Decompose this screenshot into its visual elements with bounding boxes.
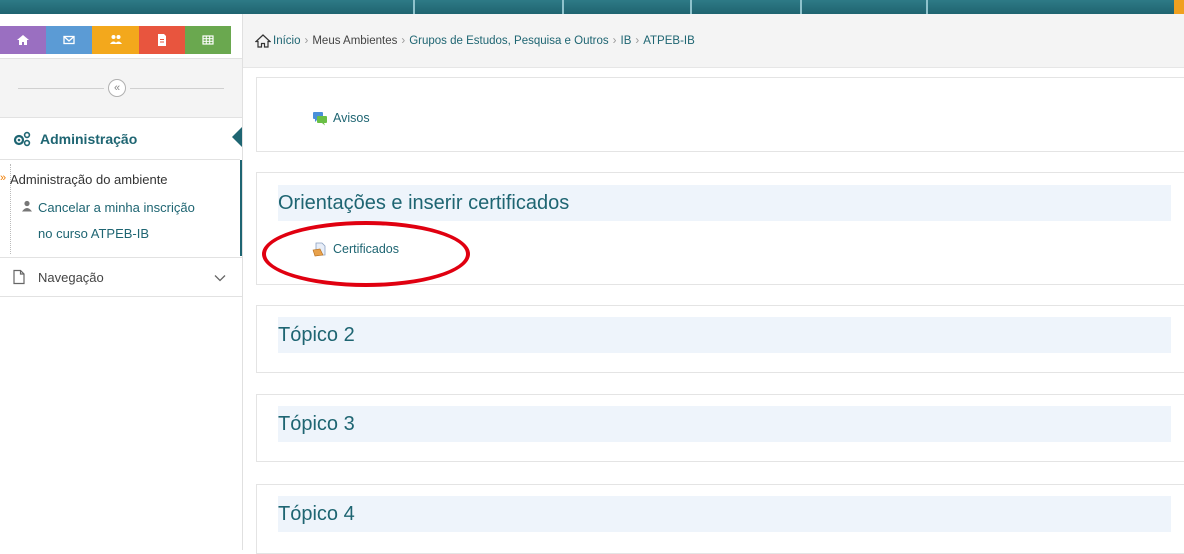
- section-title: Tópico 2: [278, 317, 1171, 353]
- section-title: Orientações e inserir certificados: [278, 185, 1171, 221]
- section-topico-3: Tópico 3: [256, 394, 1184, 462]
- breadcrumb-item-link[interactable]: IB: [621, 35, 632, 47]
- section-title: Tópico 3: [278, 406, 1171, 442]
- breadcrumb-home-link[interactable]: Início: [273, 35, 301, 47]
- top-accent: [1174, 0, 1184, 14]
- grid-icon: [202, 35, 214, 45]
- top-divider: [413, 0, 415, 14]
- mail-icon: [63, 35, 75, 45]
- chevron-right-icon: »: [0, 172, 7, 184]
- sidebar: « Administração » Administração do ambie…: [0, 14, 242, 550]
- avisos-label: Avisos: [333, 111, 370, 125]
- breadcrumb-item-link[interactable]: Grupos de Estudos, Pesquisa e Outros: [409, 35, 608, 47]
- top-divider: [562, 0, 564, 14]
- breadcrumb-separator: ›: [401, 34, 406, 47]
- top-divider: [926, 0, 928, 14]
- users-button[interactable]: [92, 26, 139, 54]
- breadcrumb-separator: ›: [612, 34, 617, 47]
- user-icon: [22, 200, 32, 212]
- admin-active-indicator: [232, 127, 242, 147]
- mail-button[interactable]: [46, 26, 93, 54]
- home-icon: [17, 35, 30, 45]
- cogs-icon: [13, 131, 31, 146]
- forum-icon: [313, 112, 327, 126]
- breadcrumb-item: Meus Ambientes: [312, 34, 398, 47]
- highlight-ellipse: [262, 221, 470, 287]
- top-divider: [690, 0, 692, 14]
- section-title-text: Orientações e inserir certificados: [278, 192, 570, 214]
- breadcrumb-separator: ›: [304, 34, 309, 47]
- cancel-enrollment-link-line2[interactable]: no curso ATPEB-IB: [38, 226, 149, 241]
- admin-title: Administração: [40, 130, 138, 147]
- section-title: Tópico 4: [278, 496, 1171, 532]
- admin-ambiente-item[interactable]: Administração do ambiente: [10, 172, 168, 187]
- document-button[interactable]: [138, 26, 185, 54]
- divider: [130, 88, 224, 89]
- cancel-enrollment-link[interactable]: Cancelar a minha inscrição: [38, 200, 195, 215]
- grid-button[interactable]: [184, 26, 232, 54]
- top-divider: [800, 0, 802, 14]
- section-title-text: Tópico 3: [278, 413, 355, 435]
- chevron-down-icon: [214, 275, 226, 282]
- quicklinks-bar: [0, 26, 232, 54]
- navigation-block-header[interactable]: Navegação: [0, 257, 242, 297]
- admin-block-header[interactable]: Administração: [0, 118, 240, 160]
- file-icon: [13, 269, 25, 285]
- section-topico-2: Tópico 2: [256, 305, 1184, 373]
- admin-block-body: » Administração do ambiente Cancelar a m…: [0, 160, 242, 256]
- section-general: Avisos: [256, 77, 1184, 152]
- section-title-text: Tópico 4: [278, 503, 355, 525]
- document-icon: [157, 34, 166, 46]
- home-icon: [255, 33, 271, 48]
- breadcrumb-item-link[interactable]: ATPEB-IB: [643, 35, 695, 47]
- navigation-label: Navegação: [38, 269, 104, 285]
- avisos-activity-link[interactable]: Avisos: [312, 110, 370, 126]
- section-title-text: Tópico 2: [278, 324, 355, 346]
- sidebar-border: [242, 14, 243, 550]
- breadcrumb-separator: ›: [635, 34, 640, 47]
- home-button[interactable]: [0, 26, 47, 54]
- users-icon: [109, 35, 122, 44]
- section-topico-4: Tópico 4: [256, 484, 1184, 554]
- breadcrumb: Início › Meus Ambientes › Grupos de Estu…: [243, 14, 1184, 68]
- divider: [18, 88, 104, 89]
- top-strip: [0, 0, 1184, 14]
- sidebar-collapse-row: «: [0, 58, 242, 118]
- collapse-sidebar-button[interactable]: «: [108, 79, 126, 97]
